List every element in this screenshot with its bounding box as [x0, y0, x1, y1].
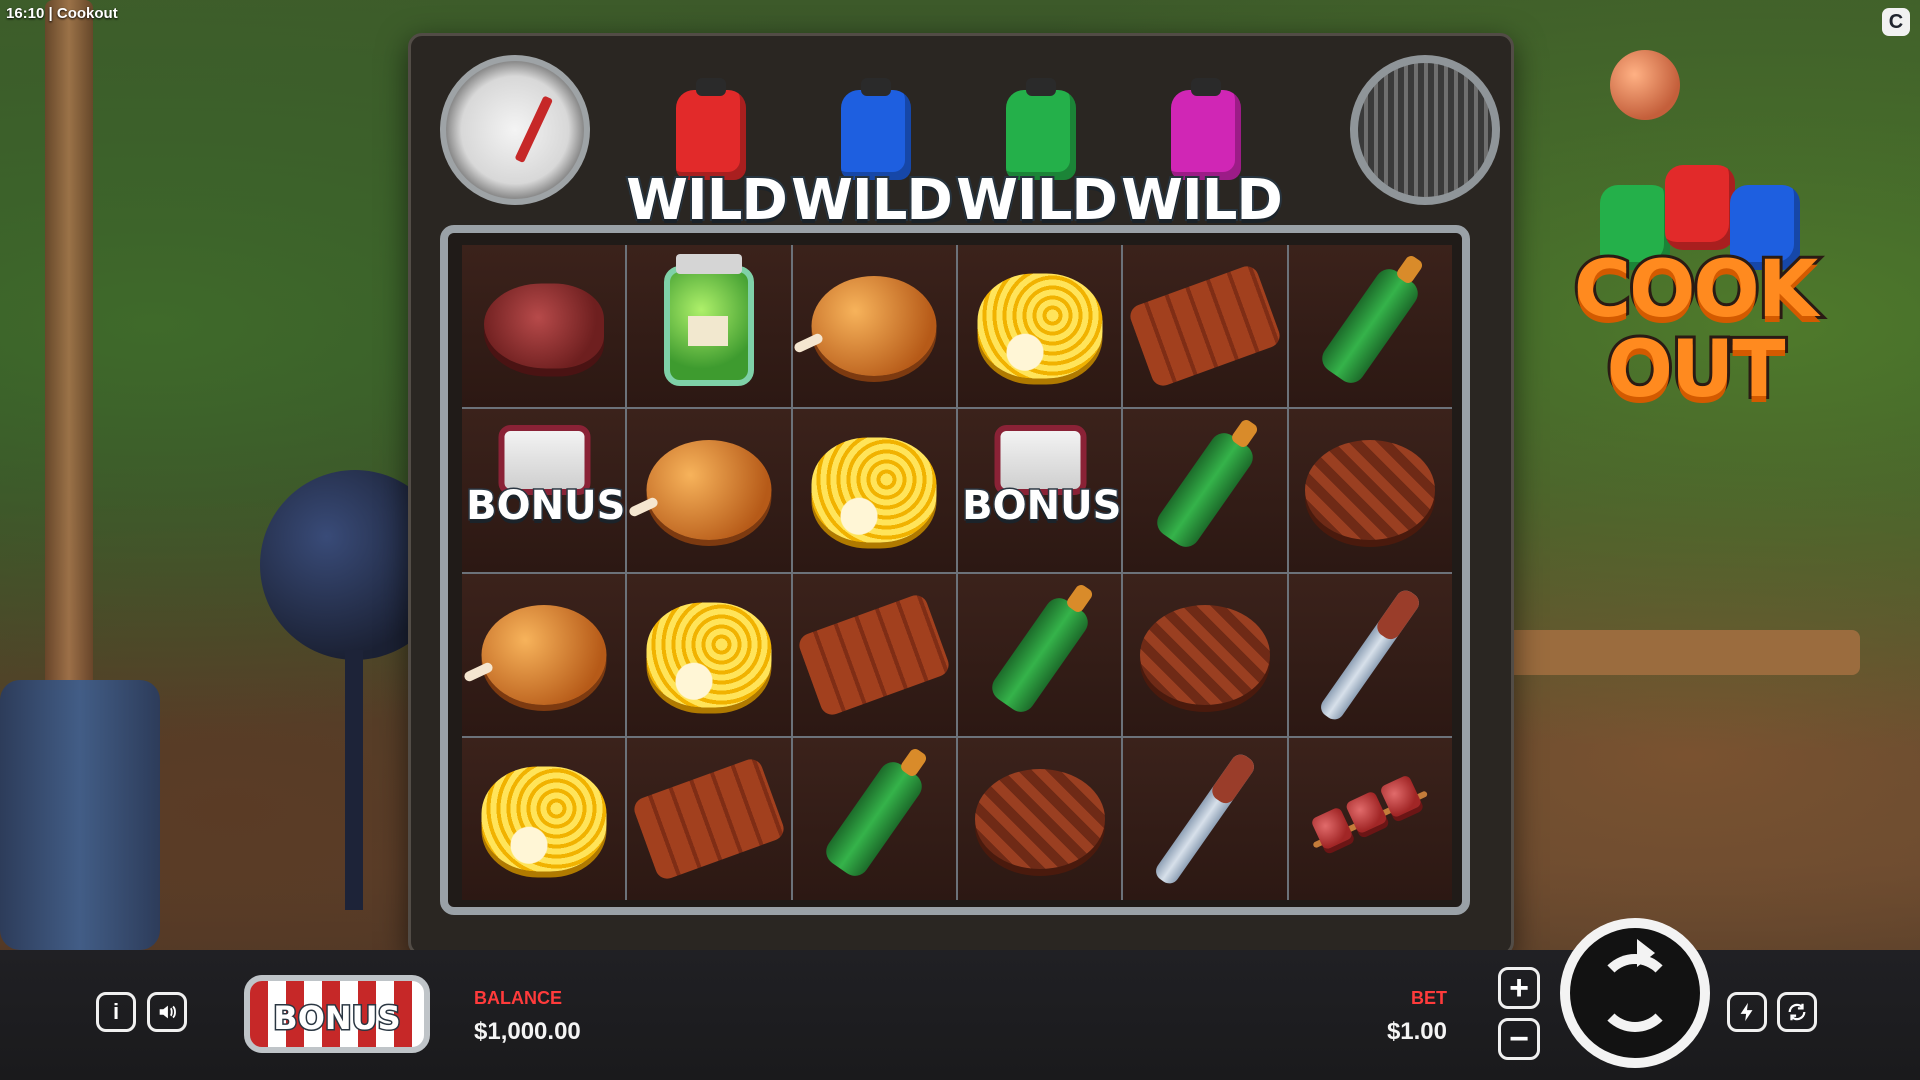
pickle-jar-icon: [663, 254, 754, 387]
reel-cell: [957, 737, 1122, 900]
bonus-symbol: BONUS: [465, 415, 627, 565]
reel-cell: BONUS: [462, 409, 627, 572]
bet-decrease-button[interactable]: −: [1498, 1018, 1540, 1060]
reel-cell: [627, 737, 791, 900]
sound-button[interactable]: [147, 992, 187, 1032]
bonus-label: BONUS: [465, 482, 627, 531]
reel-cell: [792, 737, 956, 900]
window-title: 16:10 | Cookout: [6, 5, 118, 22]
corn-icon: [646, 602, 772, 708]
bet-label: BET: [1411, 988, 1447, 1008]
ribs-icon: [631, 755, 787, 882]
bottle-icon: [821, 756, 928, 882]
spin-button[interactable]: [1560, 918, 1710, 1068]
bottle-icon: [1151, 428, 1259, 553]
background-barrel: [0, 680, 160, 950]
lightning-icon: [1740, 1002, 1753, 1022]
ribs-icon: [1127, 263, 1283, 390]
turbo-button[interactable]: [1727, 992, 1767, 1032]
reel-cell: [957, 573, 1122, 736]
wild-symbol: WILD: [789, 78, 955, 235]
bonus-buy-button[interactable]: BONUS: [244, 975, 430, 1053]
reel-cell: [1288, 245, 1452, 408]
balance-label: BALANCE: [474, 988, 562, 1008]
tongs-icon: [1152, 750, 1258, 888]
bonus-buy-label: BONUS: [272, 998, 402, 1039]
burger-patty-icon: [974, 768, 1105, 869]
reel-cell: [462, 737, 626, 900]
reel-cell: [792, 409, 956, 572]
steak-icon: [483, 283, 604, 369]
reel-cell: [1123, 737, 1287, 900]
wild-symbol: WILD: [954, 78, 1120, 235]
grill-vent-icon: [1350, 55, 1500, 205]
reel-grid: BONUS BONUS: [462, 245, 1452, 900]
balance-value: $1,000.00: [474, 1018, 581, 1045]
reel-cell: [1123, 409, 1287, 572]
bonus-symbol: BONUS: [961, 415, 1123, 565]
gas-tank-icon: [1665, 165, 1735, 250]
roast-chicken-icon: [646, 440, 772, 541]
roast-chicken-icon: [811, 276, 937, 377]
skewer-icon: [1296, 754, 1445, 884]
info-button[interactable]: i: [96, 992, 136, 1032]
roast-chicken-icon: [481, 604, 607, 705]
gas-tank-icon: [841, 78, 911, 180]
corn-icon: [977, 273, 1103, 379]
reel-cell: [627, 245, 791, 408]
wild-symbol: WILD: [1119, 78, 1285, 235]
reel-cell: [792, 573, 956, 736]
lantern-icon: [1610, 50, 1680, 120]
burger-patty-icon: [1305, 440, 1436, 541]
autoplay-button[interactable]: [1777, 992, 1817, 1032]
speaker-icon: [159, 1005, 176, 1019]
bonus-label: BONUS: [961, 482, 1123, 531]
brand-badge: C: [1882, 8, 1910, 36]
corn-icon: [811, 437, 937, 543]
bet-increase-button[interactable]: +: [1498, 967, 1540, 1009]
gauge-needle: [514, 95, 554, 164]
reel-cell: BONUS: [957, 409, 1123, 572]
wild-row: WILD WILD WILD WILD: [624, 78, 1285, 235]
logo-text-line1: COOK: [1571, 242, 1821, 338]
background-grill-leg: [345, 650, 363, 910]
wild-label: WILD: [954, 166, 1120, 235]
gas-tank-icon: [1171, 78, 1241, 180]
logo-text-line2: OUT: [1604, 322, 1789, 418]
game-logo: COOK OUT: [1560, 160, 1830, 430]
reel-cell: [1288, 409, 1452, 572]
bottle-icon: [1317, 263, 1424, 389]
background-table: [1470, 630, 1860, 675]
ribs-icon: [796, 591, 953, 718]
reel-cell: [792, 245, 956, 408]
reel-cell: [462, 573, 626, 736]
gas-tank-icon: [1006, 78, 1076, 180]
reel-cell: [462, 245, 626, 408]
reel-cell: [1123, 573, 1287, 736]
tongs-icon: [1317, 586, 1424, 723]
reel-cell: [1288, 737, 1452, 900]
corn-icon: [481, 766, 607, 872]
reel-cell: [1288, 573, 1452, 736]
gas-tank-icon: [676, 78, 746, 180]
reel-cell: [627, 409, 791, 572]
wild-symbol: WILD: [624, 78, 790, 235]
bottle-icon: [986, 592, 1093, 717]
reel-cell: [627, 573, 791, 736]
autoplay-icon: [1788, 1003, 1806, 1021]
wild-label: WILD: [789, 166, 955, 235]
bet-value: $1.00: [1386, 1018, 1447, 1045]
burger-patty-icon: [1139, 604, 1270, 705]
reel-cell: [1123, 245, 1287, 408]
wild-label: WILD: [624, 166, 790, 235]
gauge-icon: [440, 55, 590, 205]
wild-label: WILD: [1119, 166, 1285, 235]
reel-cell: [957, 245, 1122, 408]
